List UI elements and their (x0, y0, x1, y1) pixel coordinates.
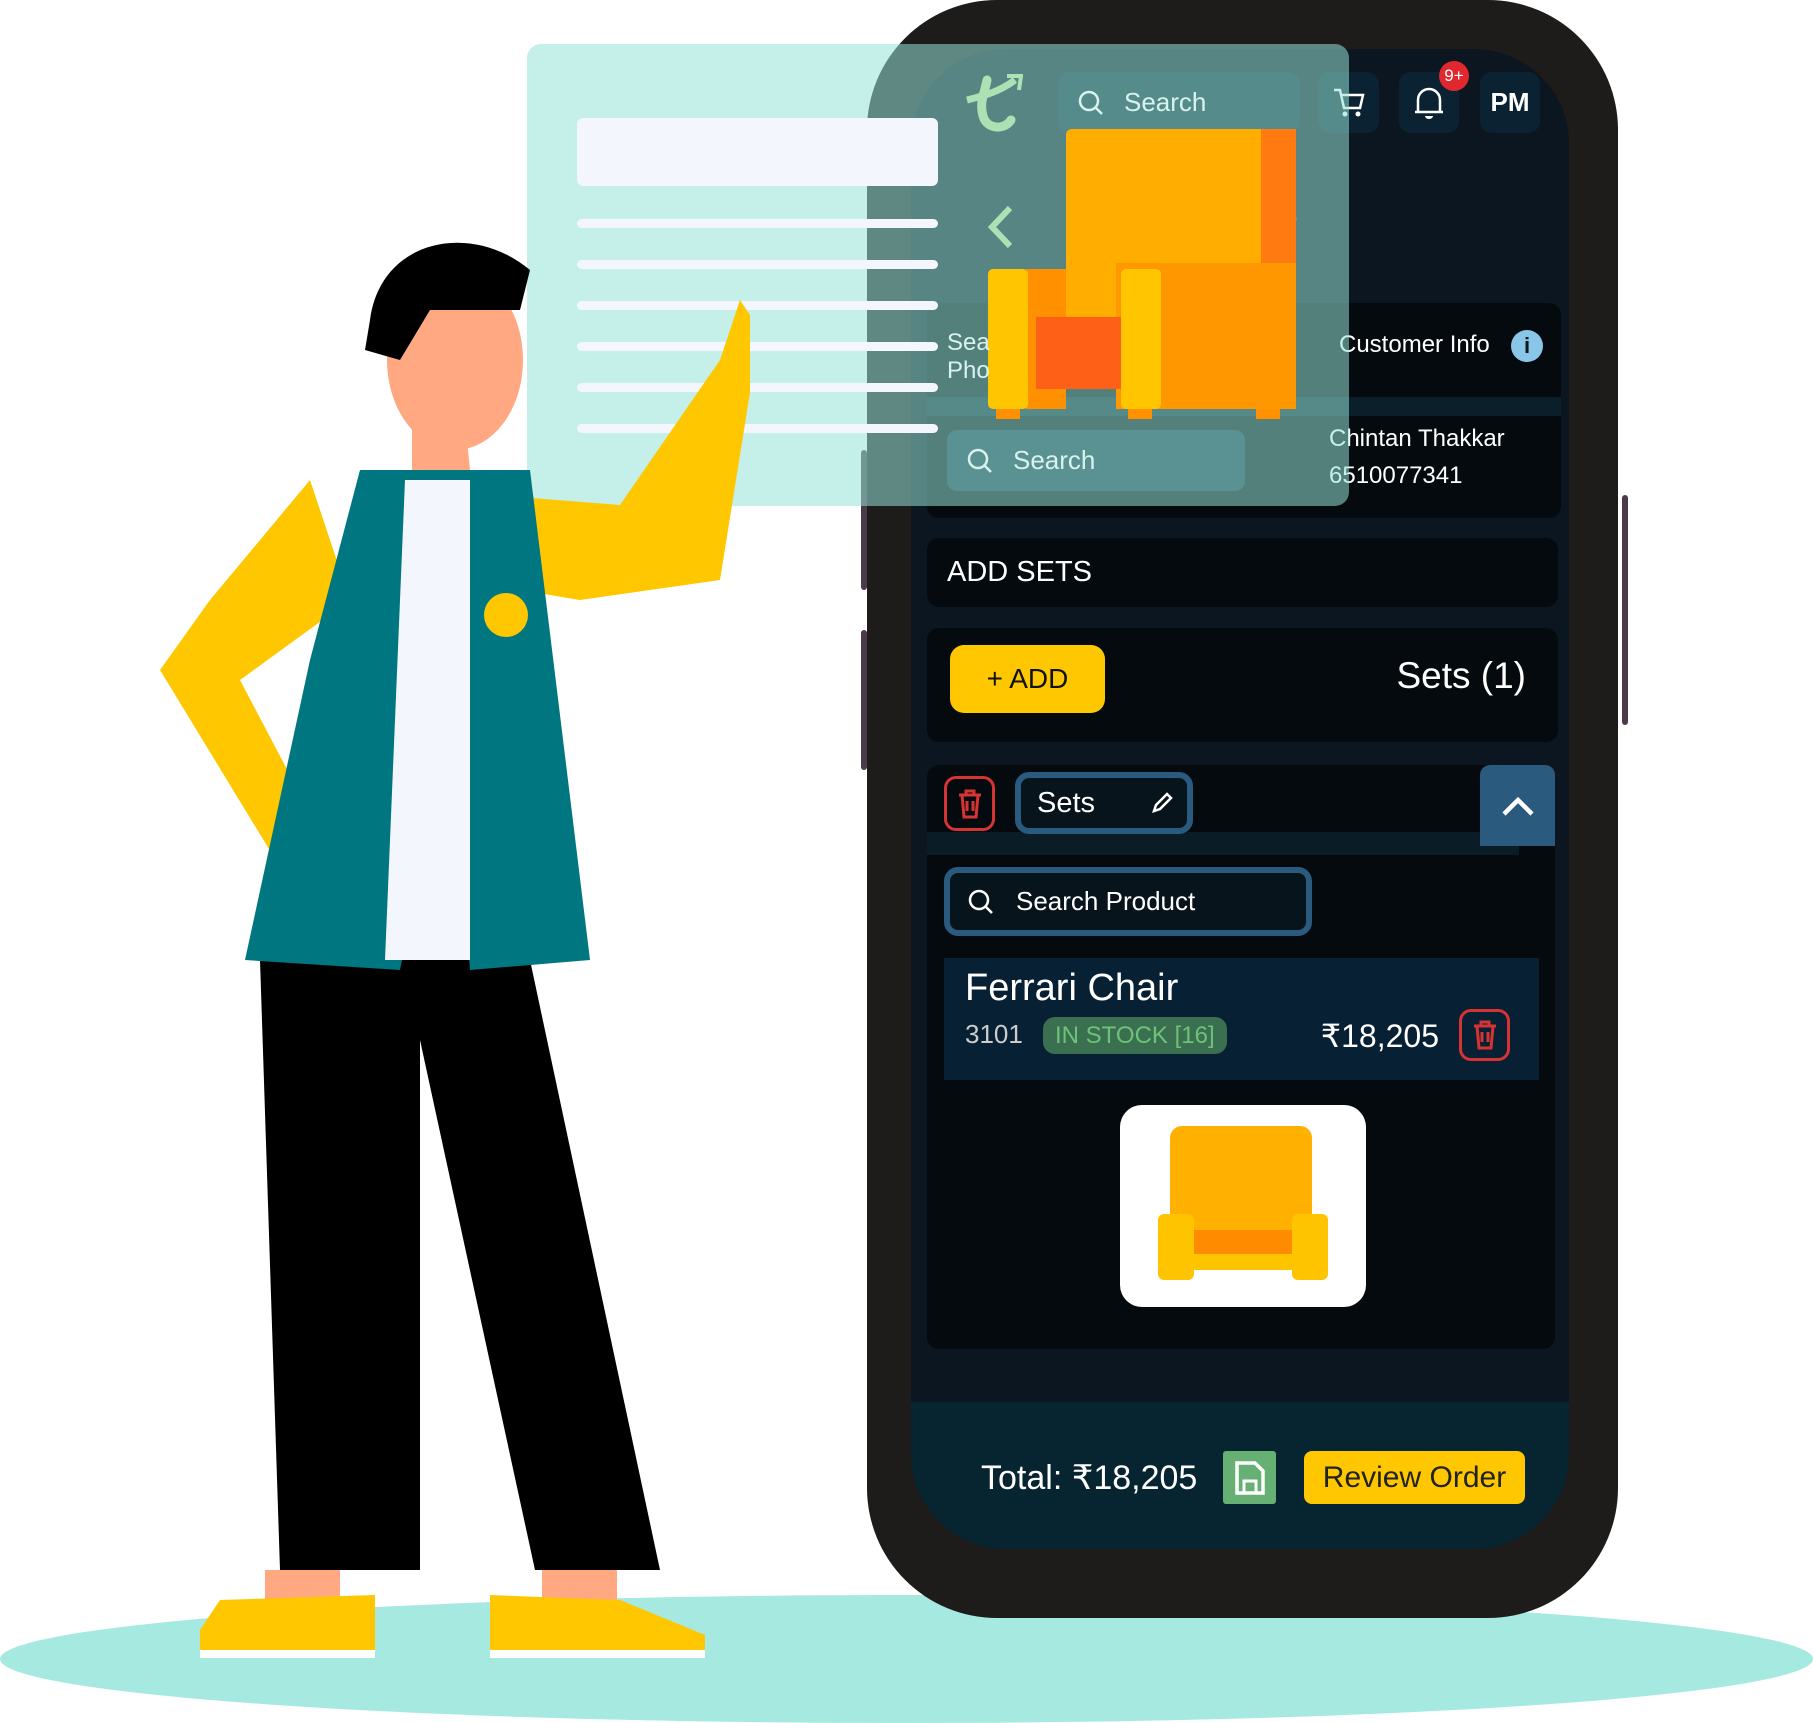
add-sets-header: ADD SETS (927, 538, 1558, 607)
bell-icon (1415, 87, 1443, 119)
customer-name: Chintan Thakkar (1329, 425, 1505, 452)
trash-icon (1473, 1020, 1496, 1050)
product-search-input[interactable]: Search Product (944, 867, 1312, 936)
search-label: Sea (947, 329, 990, 356)
search-icon (968, 889, 993, 914)
document-title-placeholder (577, 118, 938, 186)
delete-set-button[interactable] (944, 776, 995, 831)
document-line (577, 219, 938, 228)
save-button[interactable] (1223, 1451, 1276, 1504)
product-price: ₹18,205 (1320, 1018, 1439, 1054)
product-name: Ferrari Chair (965, 967, 1179, 1009)
search-icon (1078, 90, 1103, 115)
add-set-button[interactable]: + ADD (950, 645, 1105, 713)
delete-product-button[interactable] (1459, 1009, 1510, 1061)
product-image[interactable] (1120, 1105, 1366, 1307)
phone-power-button (1622, 495, 1628, 725)
notification-badge: 9+ (1439, 61, 1469, 91)
pencil-icon[interactable] (1151, 792, 1173, 814)
search-icon (967, 448, 992, 473)
sets-count: Sets (1) (1396, 655, 1526, 696)
divider (927, 832, 1519, 855)
chevron-up-icon (1501, 796, 1534, 816)
set-name-field[interactable]: Sets (1015, 772, 1193, 834)
phone-side-button (861, 630, 867, 770)
chair-illustration (988, 129, 1296, 419)
product-code: 3101 (965, 1019, 1023, 1049)
phone-label: Pho (947, 357, 990, 384)
customer-phone: 6510077341 (1329, 462, 1463, 489)
save-icon (1234, 1460, 1265, 1495)
collapse-button[interactable] (1480, 765, 1555, 846)
header-search-placeholder: Search (1124, 87, 1207, 117)
customer-info-label: Customer Info (1339, 331, 1490, 358)
avatar[interactable]: PM (1480, 72, 1540, 133)
review-order-button[interactable]: Review Order (1304, 1451, 1525, 1504)
chair-icon (1158, 1126, 1328, 1280)
trash-icon (958, 789, 981, 818)
stock-badge: IN STOCK [16] (1043, 1017, 1227, 1054)
person-illustration (160, 242, 750, 1658)
order-total: Total: ₹18,205 (981, 1459, 1198, 1497)
info-icon[interactable]: i (1511, 330, 1543, 362)
customer-search-placeholder: Search (1013, 445, 1096, 475)
